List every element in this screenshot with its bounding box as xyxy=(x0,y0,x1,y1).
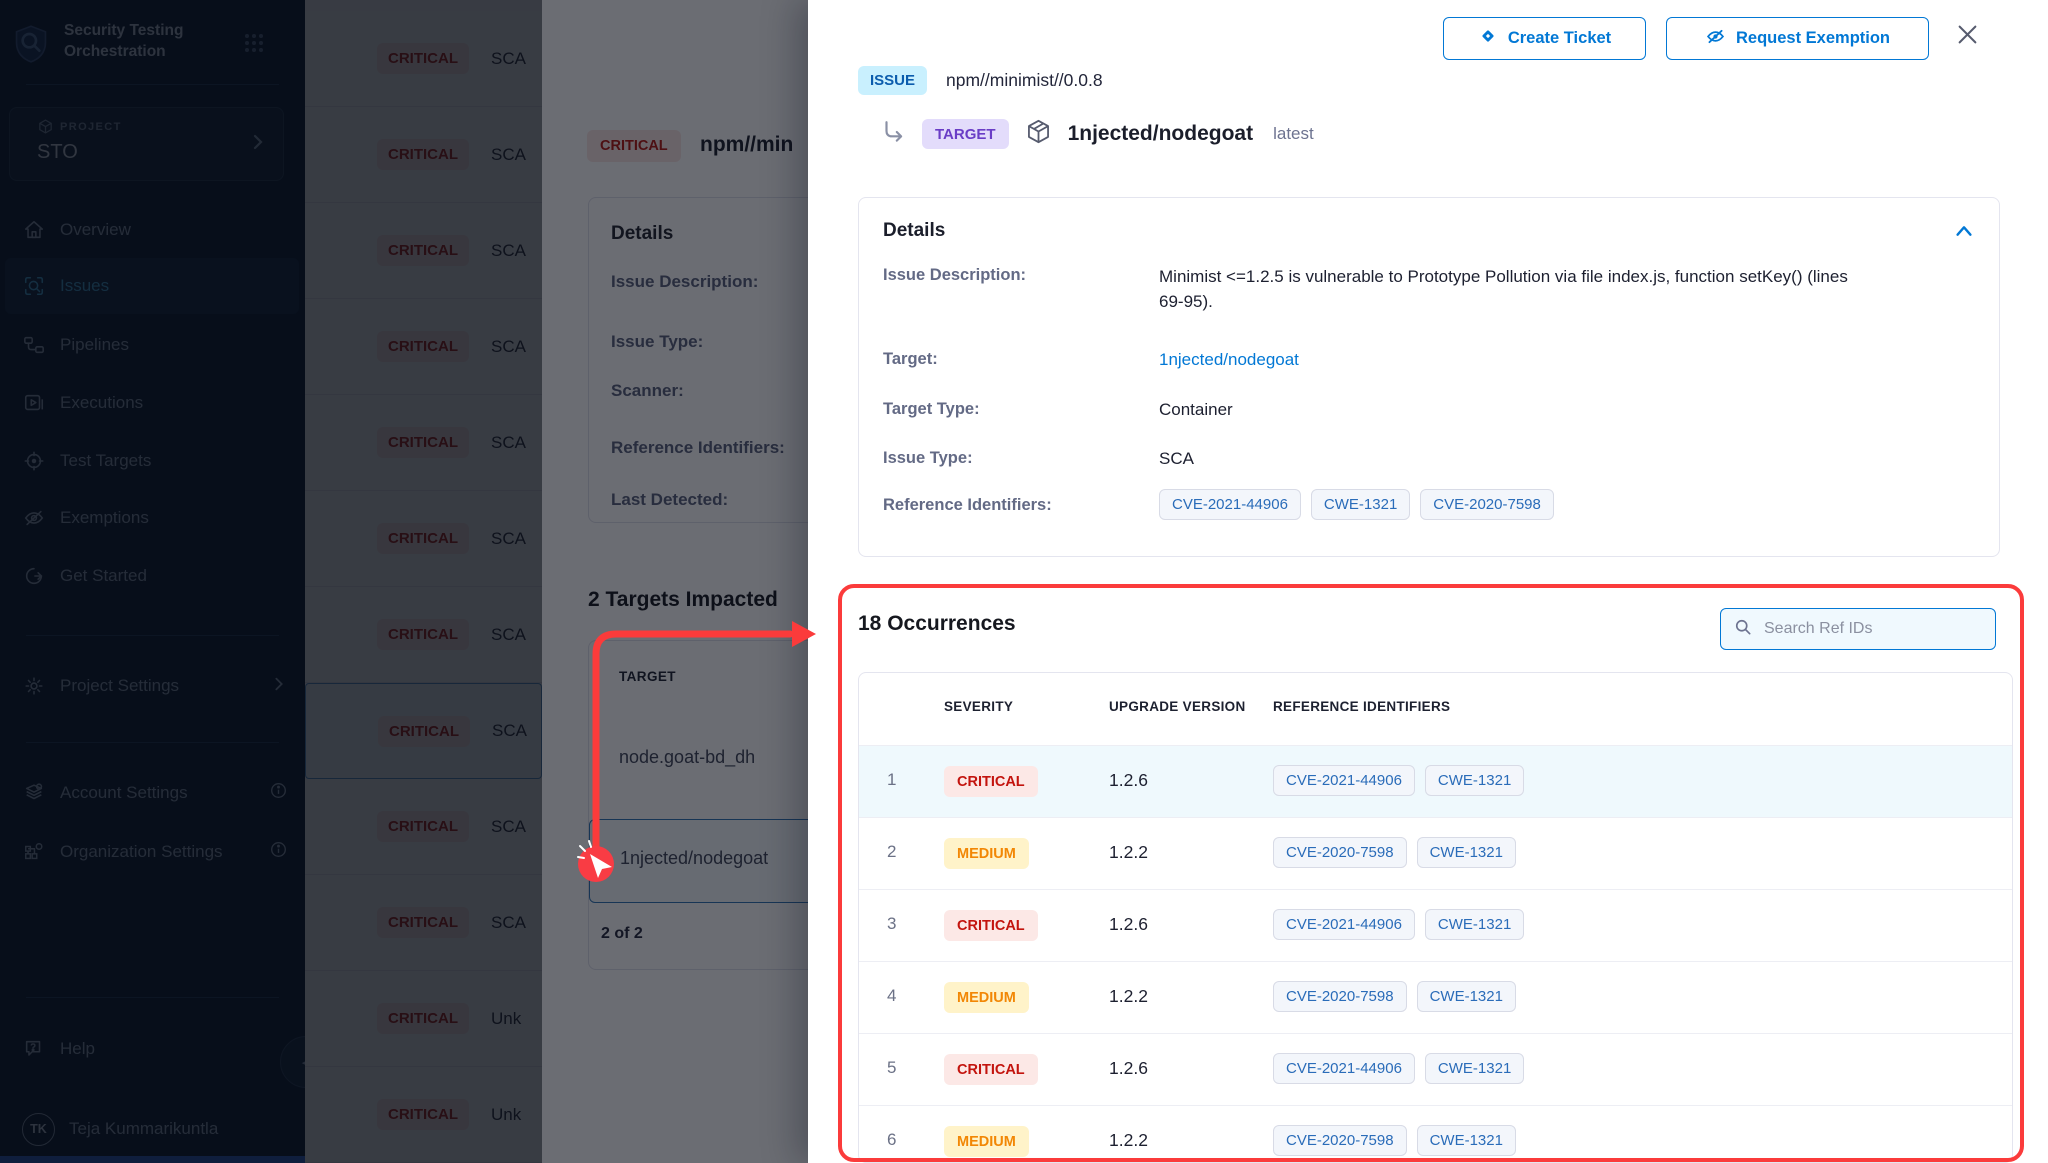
upgrade-version: 1.2.2 xyxy=(1109,1130,1148,1151)
field-label: Issue Type: xyxy=(883,449,973,468)
table-row[interactable]: 5 CRITICAL 1.2.6 CVE-2021-44906 CWE-1321 xyxy=(859,1033,2012,1106)
search-input[interactable] xyxy=(1762,619,1983,639)
severity-badge: CRITICAL xyxy=(944,766,1038,797)
upgrade-version: 1.2.6 xyxy=(1109,1058,1148,1079)
target-header: TARGET 1njected/nodegoat latest xyxy=(880,118,1314,150)
target-tag: latest xyxy=(1273,124,1314,144)
details-card: Details Issue Description: Minimist <=1.… xyxy=(858,197,2000,557)
row-index: 3 xyxy=(887,914,896,934)
field-label: Target: xyxy=(883,350,938,369)
table-row[interactable]: 1 CRITICAL 1.2.6 CVE-2021-44906 CWE-1321 xyxy=(859,745,2012,818)
overlay-scrim xyxy=(0,0,810,1163)
reference-id-chip[interactable]: CVE-2021-44906 xyxy=(1159,489,1301,520)
row-index: 2 xyxy=(887,842,896,862)
field-label: Reference Identifiers: xyxy=(883,496,1052,515)
close-icon[interactable] xyxy=(1954,21,1981,53)
app-root: Security Testing Orchestration PROJECT S… xyxy=(0,0,2048,1163)
reference-identifiers: CVE-2020-7598 CWE-1321 xyxy=(1273,1125,1516,1156)
row-index: 6 xyxy=(887,1130,896,1150)
reference-id-chip[interactable]: CVE-2021-44906 xyxy=(1273,909,1415,940)
reference-identifiers: CVE-2020-7598 CWE-1321 xyxy=(1273,981,1516,1012)
row-index: 4 xyxy=(887,986,896,1006)
severity-badge: MEDIUM xyxy=(944,1126,1029,1157)
table-row[interactable]: 3 CRITICAL 1.2.6 CVE-2021-44906 CWE-1321 xyxy=(859,889,2012,962)
search-box xyxy=(1720,608,1996,650)
reference-id-chip[interactable]: CWE-1321 xyxy=(1417,981,1516,1012)
occurrences-table: SEVERITY UPGRADE VERSION REFERENCE IDENT… xyxy=(858,672,2013,1163)
column-header: REFERENCE IDENTIFIERS xyxy=(1273,699,1450,714)
upgrade-version: 1.2.2 xyxy=(1109,842,1148,863)
field-label: Target Type: xyxy=(883,400,980,419)
reference-id-chip[interactable]: CWE-1321 xyxy=(1417,837,1516,868)
table-row[interactable]: 4 MEDIUM 1.2.2 CVE-2020-7598 CWE-1321 xyxy=(859,961,2012,1034)
search-icon xyxy=(1733,617,1753,642)
reference-identifiers: CVE-2020-7598 CWE-1321 xyxy=(1273,837,1516,868)
issue-badge: ISSUE xyxy=(858,66,927,95)
issue-detail-panel: Create Ticket Request Exemption ISSUE np… xyxy=(808,0,2048,1163)
upgrade-version: 1.2.6 xyxy=(1109,914,1148,935)
reference-id-chip[interactable]: CWE-1321 xyxy=(1425,1053,1524,1084)
issue-name: npm//minimist//0.0.8 xyxy=(946,70,1103,91)
row-index: 5 xyxy=(887,1058,896,1078)
button-label: Request Exemption xyxy=(1736,29,1890,48)
reference-identifiers: CVE-2021-44906 CWE-1321 xyxy=(1273,909,1524,940)
severity-badge: MEDIUM xyxy=(944,838,1029,869)
target-name: 1njected/nodegoat xyxy=(1068,122,1254,146)
reference-identifiers: CVE-2021-44906 CWE-1321 xyxy=(1273,765,1524,796)
eye-off-icon xyxy=(1705,26,1726,52)
request-exemption-button[interactable]: Request Exemption xyxy=(1666,17,1929,60)
issue-type: SCA xyxy=(1159,449,1194,469)
create-ticket-button[interactable]: Create Ticket xyxy=(1443,17,1646,60)
reference-id-chip[interactable]: CVE-2020-7598 xyxy=(1420,489,1554,520)
reference-id-chip[interactable]: CVE-2020-7598 xyxy=(1273,981,1407,1012)
issue-description: Minimist <=1.2.5 is vulnerable to Protot… xyxy=(1159,264,1859,314)
target-badge: TARGET xyxy=(922,119,1009,149)
target-type: Container xyxy=(1159,400,1233,420)
reference-id-chip[interactable]: CVE-2021-44906 xyxy=(1273,1053,1415,1084)
package-icon xyxy=(1025,118,1052,150)
field-label: Issue Description: xyxy=(883,266,1026,285)
upgrade-version: 1.2.2 xyxy=(1109,986,1148,1007)
reference-id-chip[interactable]: CWE-1321 xyxy=(1311,489,1410,520)
row-index: 1 xyxy=(887,770,896,790)
reference-id-chip[interactable]: CVE-2021-44906 xyxy=(1273,765,1415,796)
reference-id-chip[interactable]: CWE-1321 xyxy=(1417,1125,1516,1156)
reference-id-chip[interactable]: CWE-1321 xyxy=(1425,765,1524,796)
upgrade-version: 1.2.6 xyxy=(1109,770,1148,791)
issue-header: ISSUE npm//minimist//0.0.8 xyxy=(858,66,1103,95)
reference-id-chip[interactable]: CVE-2020-7598 xyxy=(1273,1125,1407,1156)
chevron-up-icon[interactable] xyxy=(1953,222,1975,245)
button-label: Create Ticket xyxy=(1508,29,1611,48)
severity-badge: CRITICAL xyxy=(944,1054,1038,1085)
column-header: UPGRADE VERSION xyxy=(1109,699,1246,714)
severity-badge: MEDIUM xyxy=(944,982,1029,1013)
occurrences-heading: 18 Occurrences xyxy=(858,612,1016,636)
table-row[interactable]: 2 MEDIUM 1.2.2 CVE-2020-7598 CWE-1321 xyxy=(859,817,2012,890)
reference-identifiers: CVE-2021-44906 CWE-1321 CVE-2020-7598 xyxy=(1159,489,1554,520)
ticket-diamond-icon xyxy=(1478,26,1498,51)
reference-identifiers: CVE-2021-44906 CWE-1321 xyxy=(1273,1053,1524,1084)
reference-id-chip[interactable]: CWE-1321 xyxy=(1425,909,1524,940)
reference-id-chip[interactable]: CVE-2020-7598 xyxy=(1273,837,1407,868)
column-header: SEVERITY xyxy=(944,699,1013,714)
severity-badge: CRITICAL xyxy=(944,910,1038,941)
corner-arrow-icon xyxy=(880,119,906,150)
table-row[interactable]: 6 MEDIUM 1.2.2 CVE-2020-7598 CWE-1321 xyxy=(859,1105,2012,1163)
card-title: Details xyxy=(883,220,945,242)
target-link[interactable]: 1njected/nodegoat xyxy=(1159,350,1299,370)
